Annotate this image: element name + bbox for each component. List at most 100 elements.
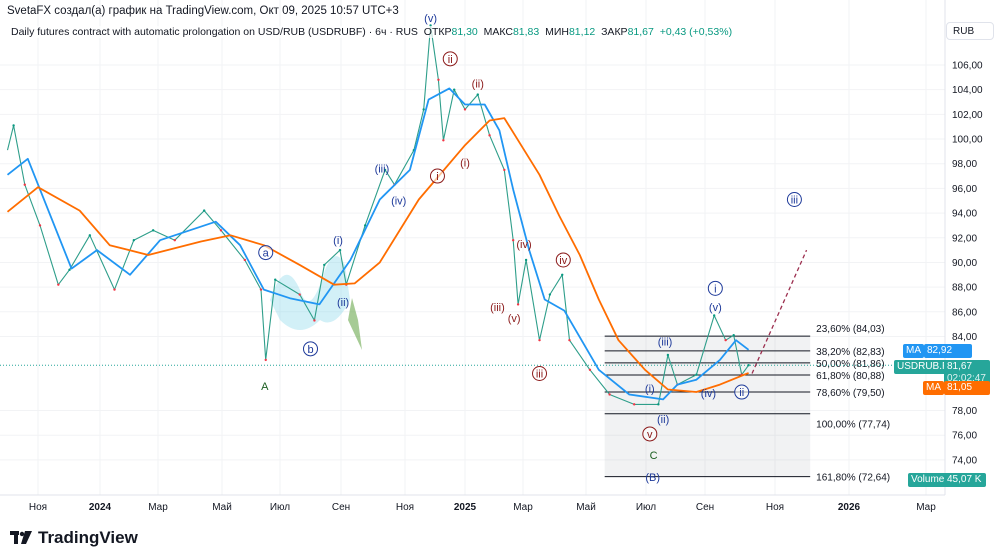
tradingview-logo: TradingView — [10, 528, 138, 548]
price-point — [113, 288, 116, 291]
price-point — [747, 364, 750, 367]
y-tick-label: 90,00 — [952, 258, 977, 269]
y-tick-label: 88,00 — [952, 283, 977, 294]
fib-zone — [604, 336, 811, 477]
fib-level-label: 100,00% (77,74) — [816, 420, 890, 431]
change-value: +0,43 (+0,53%) — [659, 26, 733, 38]
wave-label: (iv) — [391, 196, 406, 208]
price-point — [516, 303, 520, 306]
low-value: 81,12 — [568, 26, 596, 38]
chart-attribution: SvetaFX создал(а) график на TradingView.… — [7, 5, 399, 17]
price-point — [568, 338, 571, 342]
price-point — [632, 403, 636, 406]
wave-label: (i) — [333, 235, 343, 247]
high-label: МАКС — [483, 26, 513, 38]
x-tick-label: Мар — [148, 502, 168, 513]
y-tick-label: 96,00 — [952, 184, 977, 195]
y-tick-label: 100,00 — [952, 135, 983, 146]
price-point — [712, 314, 716, 317]
high-value: 81,83 — [512, 26, 540, 38]
wave-label: i — [714, 283, 716, 295]
wave-label: b — [307, 344, 313, 356]
x-tick-label: Июл — [635, 502, 657, 513]
price-point — [12, 124, 15, 127]
wave-label: a — [263, 248, 270, 260]
ma-slow-tag-value: 81,05 — [944, 381, 990, 395]
price-point — [476, 93, 479, 96]
price-point — [202, 209, 206, 212]
price-point — [323, 263, 326, 267]
close-label: ЗАКР — [601, 26, 628, 38]
ma-fast-tag-value: 82,92 — [924, 344, 972, 358]
y-tick-label: 102,00 — [952, 110, 983, 121]
x-tick-label: Май — [576, 502, 596, 513]
volume-tag-label: Volume — [908, 473, 948, 487]
wave-label: (i) — [645, 383, 655, 395]
x-tick-label: Сен — [331, 502, 351, 513]
highlight-shape — [270, 256, 350, 330]
y-tick-label: 74,00 — [952, 455, 977, 466]
green-arrow-icon — [348, 298, 362, 350]
wave-label: iii — [791, 195, 798, 207]
ma-fast-tag-label: MA — [903, 344, 924, 358]
close-value: 81,67 — [627, 26, 654, 38]
y-tick-label: 86,00 — [952, 307, 977, 318]
price-point — [313, 319, 316, 322]
price-point — [338, 248, 342, 252]
symbol-legend: Daily futures contract with automatic pr… — [11, 26, 733, 38]
wave-label: (iii) — [375, 164, 390, 176]
wave-label: (i) — [460, 157, 470, 169]
price-point — [437, 78, 440, 82]
x-tick-label: Сен — [695, 502, 715, 513]
fib-level-label: 23,60% (84,03) — [816, 324, 884, 335]
fib-level-label: 38,20% (82,83) — [816, 347, 884, 358]
price-point — [695, 373, 698, 376]
wave-label: v — [647, 429, 653, 441]
price-point — [488, 134, 491, 137]
fib-level-label: 50,00% (81,86) — [816, 359, 884, 370]
x-tick-label: 2026 — [837, 502, 861, 513]
x-tick-label: Мар — [916, 502, 936, 513]
price-chart[interactable]: 23,60% (84,03) 38,20% (82,83)50,00% (81,8… — [0, 0, 1000, 500]
wave-label: (ii) — [657, 414, 669, 426]
wave-label: (B) — [645, 472, 660, 484]
x-tick-label: Ноя — [28, 502, 48, 513]
open-value: 81,30 — [451, 26, 478, 38]
wave-label: (ii) — [337, 297, 349, 309]
price-point — [503, 168, 506, 172]
y-tick-label: 106,00 — [952, 61, 983, 72]
wave-label: ii — [448, 54, 453, 66]
price-point — [173, 239, 176, 242]
wave-label: (ii) — [472, 79, 484, 91]
price-point — [243, 258, 247, 262]
price-point — [666, 353, 670, 357]
wave-label: ii — [739, 387, 744, 399]
low-label: МИН — [545, 26, 569, 38]
x-tick-label: Июл — [269, 502, 291, 513]
price-point — [57, 283, 60, 286]
y-tick-label: 76,00 — [952, 431, 977, 442]
ma-slow-tag-label: MA — [923, 381, 944, 395]
open-label: ОТКР — [423, 26, 452, 38]
fib-level-label: 61,80% (80,88) — [816, 371, 884, 382]
wave-label: (iii) — [490, 302, 505, 314]
price-point — [23, 183, 26, 186]
price-point — [422, 108, 425, 111]
last-price: 81,67 — [947, 361, 973, 372]
x-tick-label: 2025 — [453, 502, 477, 513]
wave-label: (iv) — [516, 239, 531, 251]
price-point — [538, 338, 541, 342]
price-point — [657, 403, 660, 406]
tradingview-logo-icon — [10, 531, 32, 544]
x-tick-label: Ноя — [395, 502, 415, 513]
price-point — [732, 334, 735, 337]
price-point — [724, 338, 727, 342]
x-tick-label: 2024 — [88, 502, 112, 513]
y-tick-label: 84,00 — [952, 332, 977, 343]
wave-label: (v) — [424, 13, 437, 25]
currency-button[interactable]: RUB — [946, 22, 994, 40]
price-point — [264, 358, 267, 362]
x-tick-label: Мар — [513, 502, 533, 513]
y-tick-label: 98,00 — [952, 159, 977, 170]
price-point — [298, 293, 301, 296]
